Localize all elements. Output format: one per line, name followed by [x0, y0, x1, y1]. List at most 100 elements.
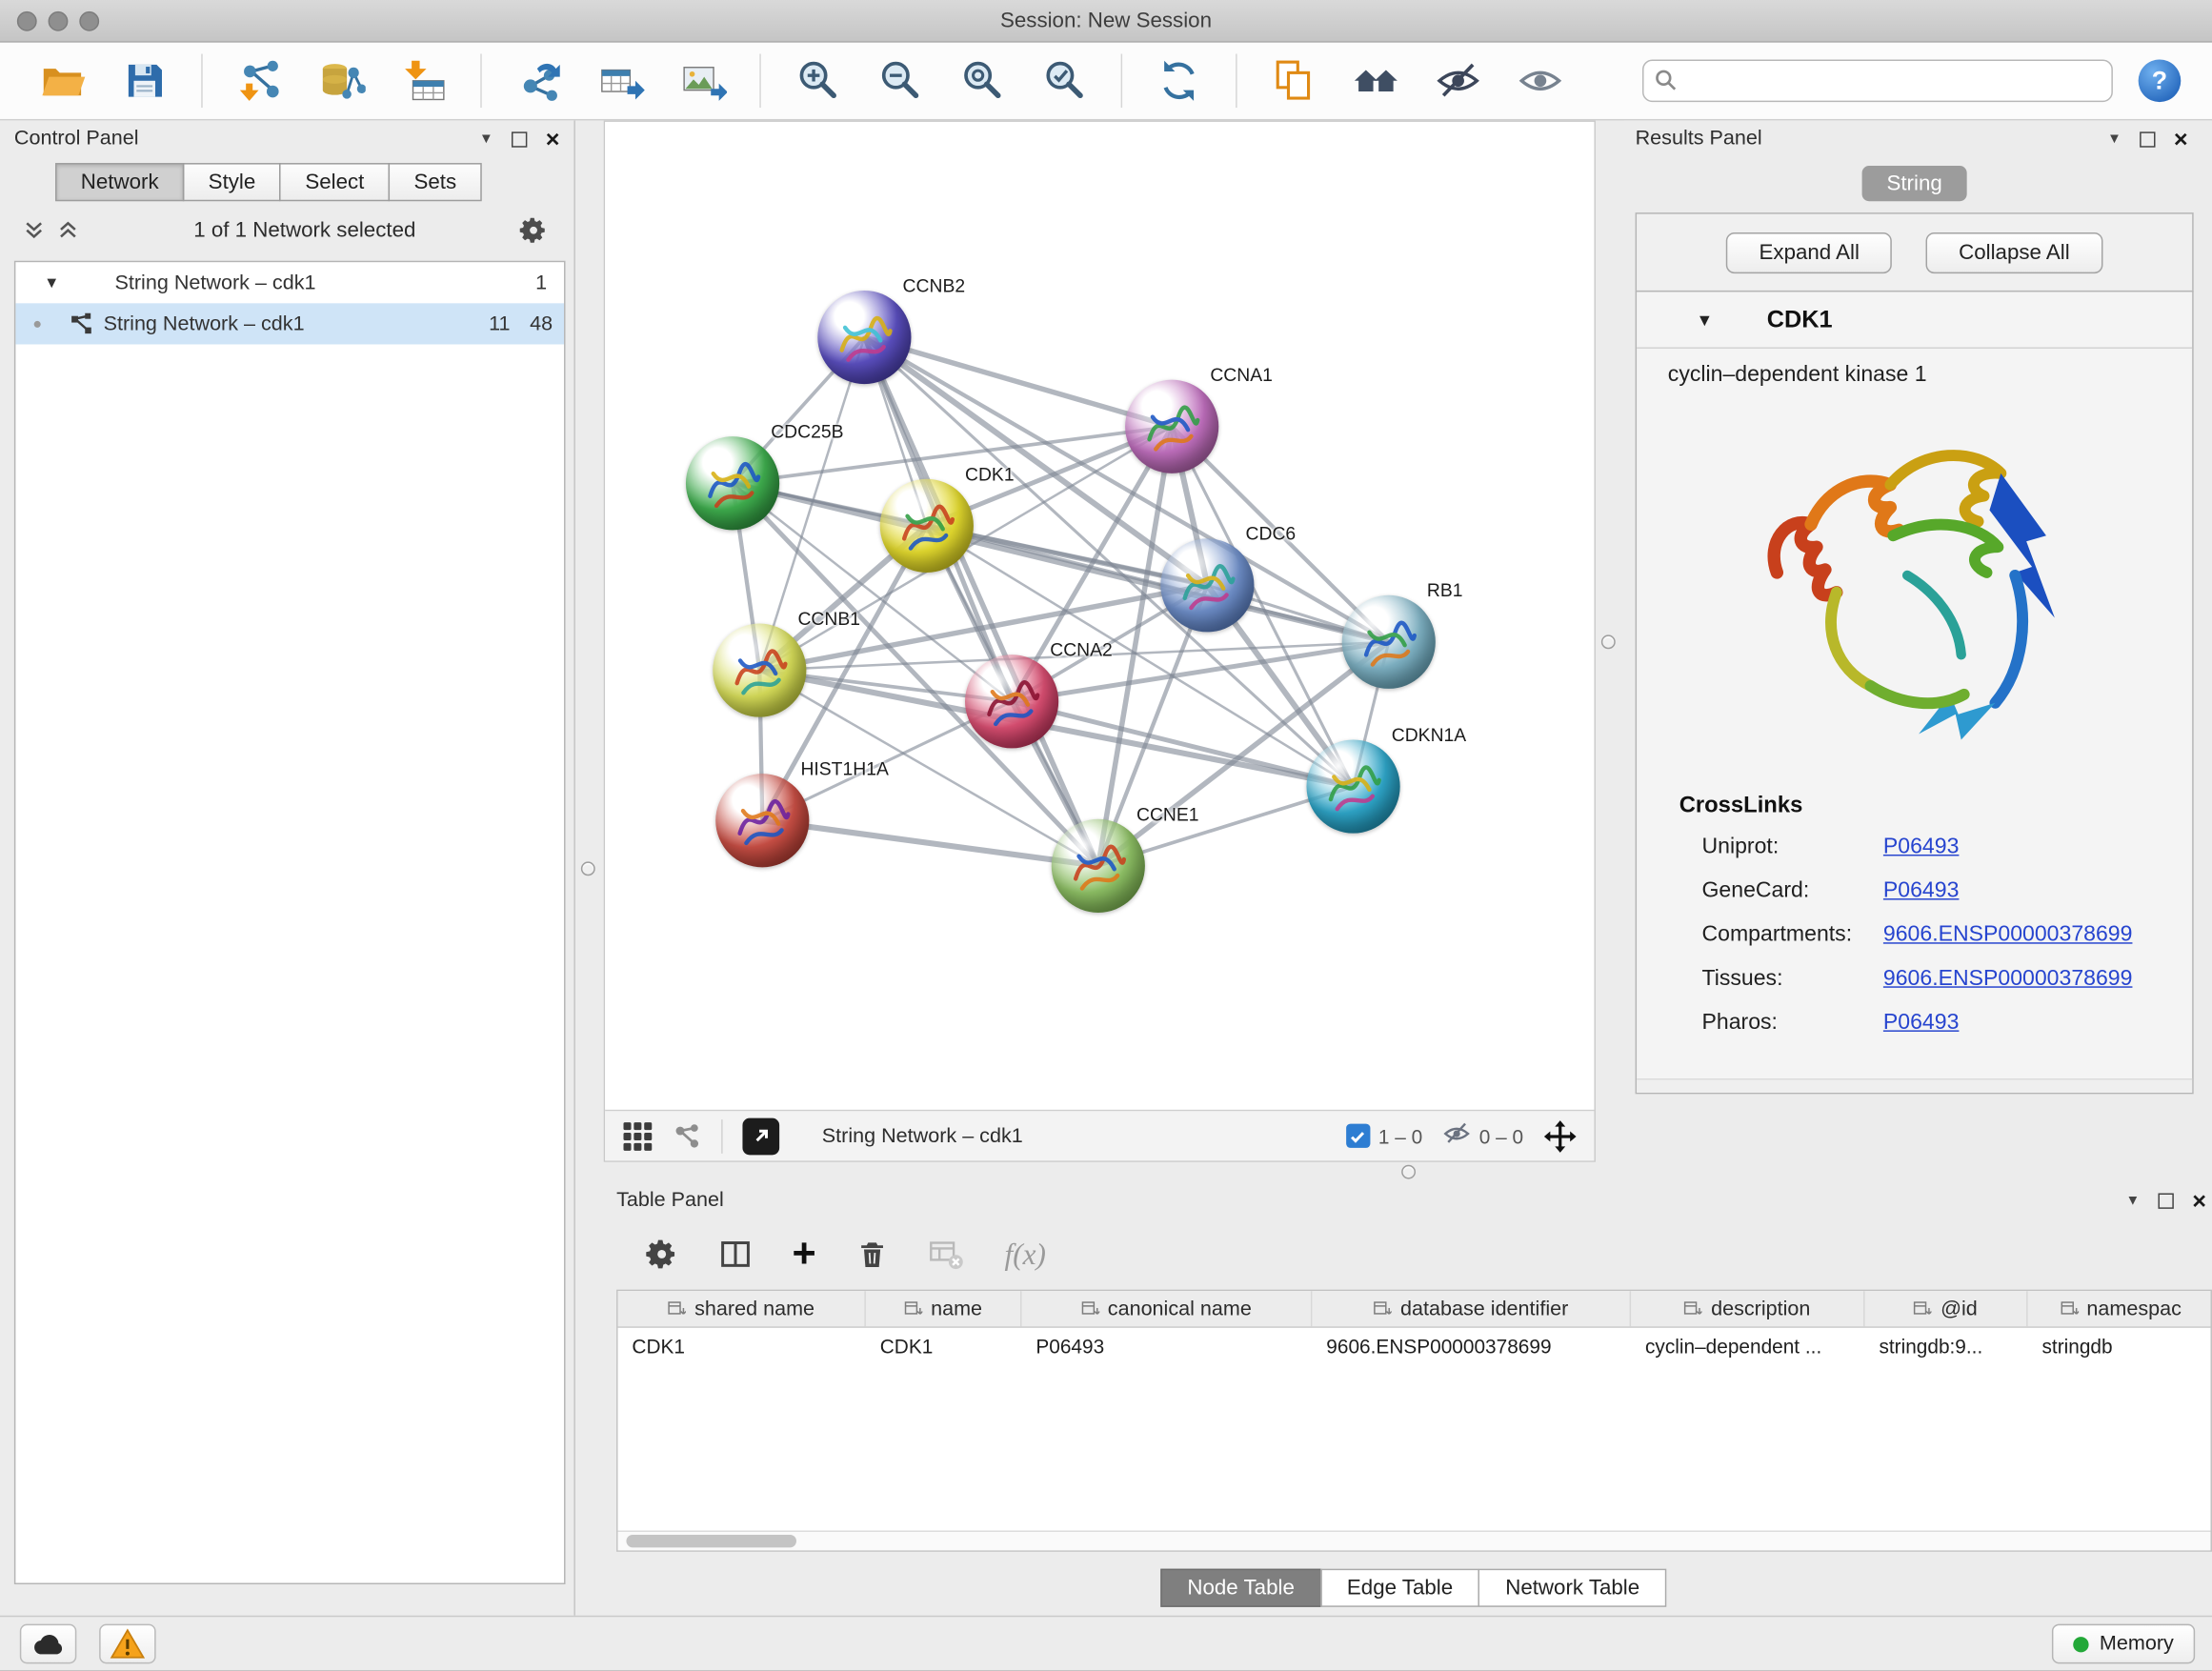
protein-disclosure-icon[interactable]: ▼ — [1697, 310, 1714, 330]
splitter-handle-icon[interactable] — [581, 861, 595, 876]
tab-node-table[interactable]: Node Table — [1160, 1569, 1321, 1607]
clear-table-icon-disabled[interactable] — [928, 1236, 965, 1273]
cell-database-identifier[interactable]: 9606.ENSP00000378699 — [1312, 1328, 1631, 1365]
show-columns-icon[interactable] — [718, 1238, 753, 1272]
maximize-panel-icon[interactable] — [512, 131, 527, 147]
column-header[interactable]: description — [1631, 1291, 1864, 1326]
network-node-cdk1[interactable] — [880, 479, 974, 573]
home-view-button[interactable] — [1348, 52, 1405, 110]
export-table-button[interactable] — [593, 52, 650, 110]
column-header[interactable]: namespac — [2028, 1291, 2212, 1326]
tab-edge-table[interactable]: Edge Table — [1320, 1569, 1480, 1607]
column-header[interactable]: database identifier — [1312, 1291, 1631, 1326]
cell-shared-name[interactable]: CDK1 — [618, 1328, 866, 1365]
network-node-ccne1[interactable] — [1052, 819, 1145, 913]
maximize-panel-icon[interactable] — [2140, 131, 2155, 147]
results-scrollbar[interactable] — [1637, 1078, 2192, 1093]
function-builder-icon[interactable]: f(x) — [1005, 1237, 1046, 1272]
expand-all-tree-icon[interactable] — [57, 218, 80, 241]
tab-network-table[interactable]: Network Table — [1478, 1569, 1667, 1607]
float-panel-icon[interactable]: ▼ — [479, 131, 493, 147]
open-in-window-icon[interactable] — [742, 1117, 779, 1155]
cloud-console-button[interactable] — [20, 1624, 77, 1664]
cell-canonical-name[interactable]: P06493 — [1021, 1328, 1312, 1365]
network-node-cdc6[interactable] — [1160, 538, 1254, 632]
zoom-fit-button[interactable] — [954, 52, 1011, 110]
network-node-cdc25b[interactable] — [686, 436, 779, 530]
maximize-panel-icon[interactable] — [2159, 1193, 2174, 1208]
table-splitter[interactable] — [604, 1162, 2212, 1182]
splitter-handle-icon[interactable] — [1400, 1165, 1415, 1179]
export-image-button[interactable] — [674, 52, 732, 110]
tab-style[interactable]: Style — [183, 163, 281, 201]
cell-description[interactable]: cyclin–dependent ... — [1631, 1328, 1864, 1365]
column-header[interactable]: canonical name — [1021, 1291, 1312, 1326]
save-session-button[interactable] — [116, 52, 173, 110]
open-session-button[interactable] — [34, 52, 91, 110]
hidden-eye-icon[interactable] — [1442, 1119, 1471, 1152]
collapse-all-button[interactable]: Collapse All — [1926, 232, 2102, 272]
tab-network[interactable]: Network — [55, 163, 184, 201]
close-panel-icon[interactable]: × — [546, 131, 560, 147]
column-header[interactable]: @id — [1865, 1291, 2028, 1326]
crosslink-link[interactable]: 9606.ENSP00000378699 — [1883, 922, 2133, 948]
cell-namespace[interactable]: stringdb — [2028, 1328, 2212, 1365]
float-panel-icon[interactable]: ▼ — [2125, 1193, 2140, 1208]
network-node-cdkn1a[interactable] — [1306, 739, 1399, 833]
delete-column-icon[interactable] — [855, 1238, 888, 1270]
help-button[interactable]: ? — [2139, 59, 2182, 102]
crosslink-link[interactable]: P06493 — [1883, 834, 1960, 859]
left-splitter[interactable] — [575, 120, 604, 1615]
network-node-ccnb1[interactable] — [713, 624, 806, 717]
table-row[interactable]: CDK1 CDK1 P06493 9606.ENSP00000378699 cy… — [618, 1328, 2211, 1365]
expand-all-button[interactable]: Expand All — [1726, 232, 1892, 272]
tab-string[interactable]: String — [1862, 166, 1966, 201]
fit-content-icon[interactable] — [1543, 1118, 1578, 1153]
network-node-ccnb2[interactable] — [817, 291, 911, 384]
crosslink-link[interactable]: P06493 — [1883, 878, 1960, 904]
show-all-button[interactable] — [1512, 52, 1569, 110]
import-table-button[interactable] — [395, 52, 452, 110]
scrollbar-thumb[interactable] — [626, 1535, 796, 1547]
results-splitter[interactable] — [1596, 120, 1624, 1161]
add-column-icon[interactable]: + — [793, 1236, 816, 1273]
grid-view-icon[interactable] — [622, 1120, 654, 1152]
splitter-handle-icon[interactable] — [1601, 634, 1616, 649]
copy-document-button[interactable] — [1265, 52, 1322, 110]
crosslink-link[interactable]: 9606.ENSP00000378699 — [1883, 966, 2133, 992]
collection-disclosure-icon[interactable]: ▼ — [44, 274, 75, 292]
cell-id[interactable]: stringdb:9... — [1865, 1328, 2028, 1365]
selected-checkbox-icon[interactable] — [1346, 1124, 1370, 1148]
zoom-out-button[interactable] — [872, 52, 929, 110]
tree-item-network[interactable]: ● String Network – cdk1 11 48 — [15, 303, 564, 344]
column-header[interactable]: name — [866, 1291, 1022, 1326]
tab-select[interactable]: Select — [280, 163, 391, 201]
hide-selected-button[interactable] — [1430, 52, 1487, 110]
close-panel-icon[interactable]: × — [2174, 131, 2188, 147]
table-horizontal-scrollbar[interactable] — [618, 1531, 2211, 1551]
network-node-ccna1[interactable] — [1125, 380, 1218, 473]
network-node-ccna2[interactable] — [965, 654, 1058, 748]
network-canvas[interactable]: CCNB2CCNA1CDC25BCDK1CDC6RB1CCNB1CCNA2CDK… — [605, 122, 1594, 1110]
tab-sets[interactable]: Sets — [389, 163, 482, 201]
close-panel-icon[interactable]: × — [2192, 1193, 2206, 1208]
float-panel-icon[interactable]: ▼ — [2107, 131, 2122, 147]
import-network-file-button[interactable] — [231, 52, 288, 110]
table-settings-gear-icon[interactable] — [645, 1238, 679, 1272]
memory-button[interactable]: Memory — [2051, 1624, 2195, 1664]
zoom-in-button[interactable] — [790, 52, 847, 110]
column-header[interactable]: shared name — [618, 1291, 866, 1326]
export-network-button[interactable] — [511, 52, 568, 110]
warnings-button[interactable] — [99, 1624, 156, 1664]
tree-item-collection[interactable]: ▼ String Network – cdk1 1 — [15, 262, 564, 303]
crosslink-link[interactable]: P06493 — [1883, 1010, 1960, 1036]
network-node-hist1h1a[interactable] — [715, 774, 809, 867]
network-overview-icon[interactable] — [674, 1121, 702, 1150]
search-input[interactable] — [1642, 59, 2113, 102]
cell-name[interactable]: CDK1 — [866, 1328, 1022, 1365]
network-options-gear-icon[interactable] — [518, 214, 548, 244]
protein-header-row[interactable]: ▼ CDK1 — [1637, 292, 2192, 349]
collapse-all-tree-icon[interactable] — [23, 218, 46, 241]
network-node-rb1[interactable] — [1342, 595, 1436, 689]
import-network-database-button[interactable] — [313, 52, 371, 110]
